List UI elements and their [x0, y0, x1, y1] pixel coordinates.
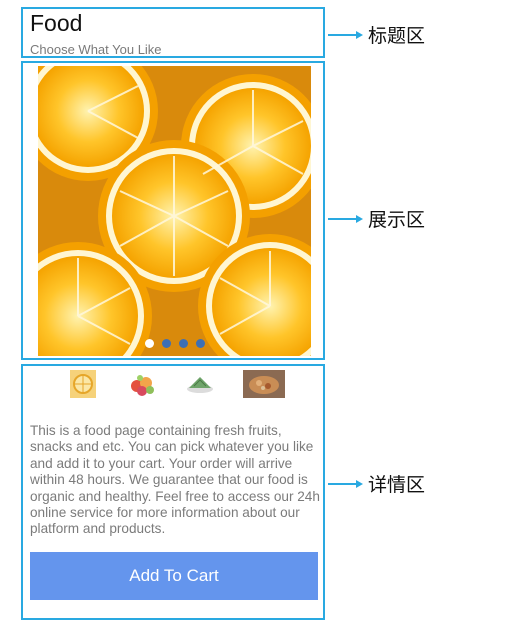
dumpling-thumbnail[interactable]: [185, 369, 215, 399]
fruit-thumbnail[interactable]: [68, 369, 98, 399]
carousel-dot-3[interactable]: [178, 339, 188, 348]
carousel-dot-4[interactable]: [195, 339, 205, 348]
page-title: Food: [30, 10, 83, 36]
arrow-line: [328, 217, 356, 220]
product-description: This is a food page containing fresh fru…: [30, 423, 320, 537]
snacks-thumbnail[interactable]: [127, 369, 157, 399]
detail-area: This is a food page containing fresh fru…: [21, 364, 325, 620]
add-to-cart-button[interactable]: Add To Cart: [30, 552, 318, 600]
title-area: Food Choose What You Like: [21, 7, 325, 58]
annotation-label: 展示区: [368, 209, 426, 231]
thumbnail-strip: [68, 369, 288, 399]
arrow-line: [328, 482, 356, 485]
annotation-title-area: 标题区: [328, 21, 425, 48]
arrow-right-icon: [356, 214, 363, 223]
arrow-right-icon: [356, 30, 363, 39]
dish-thumbnail[interactable]: [243, 369, 285, 399]
annotation-display-area: 展示区: [328, 205, 425, 232]
carousel-dot-2[interactable]: [161, 339, 171, 348]
carousel-banner[interactable]: [38, 66, 311, 356]
annotation-label: 标题区: [368, 25, 426, 47]
orange-slices-image: [38, 66, 311, 356]
arrow-line: [328, 33, 356, 36]
annotation-label: 详情区: [368, 474, 426, 496]
arrow-right-icon: [356, 479, 363, 488]
display-area: [21, 61, 325, 360]
annotation-detail-area: 详情区: [328, 470, 425, 497]
page-subtitle: Choose What You Like: [30, 42, 162, 57]
carousel-dot-1[interactable]: [144, 339, 154, 348]
carousel-indicators: [38, 339, 311, 348]
